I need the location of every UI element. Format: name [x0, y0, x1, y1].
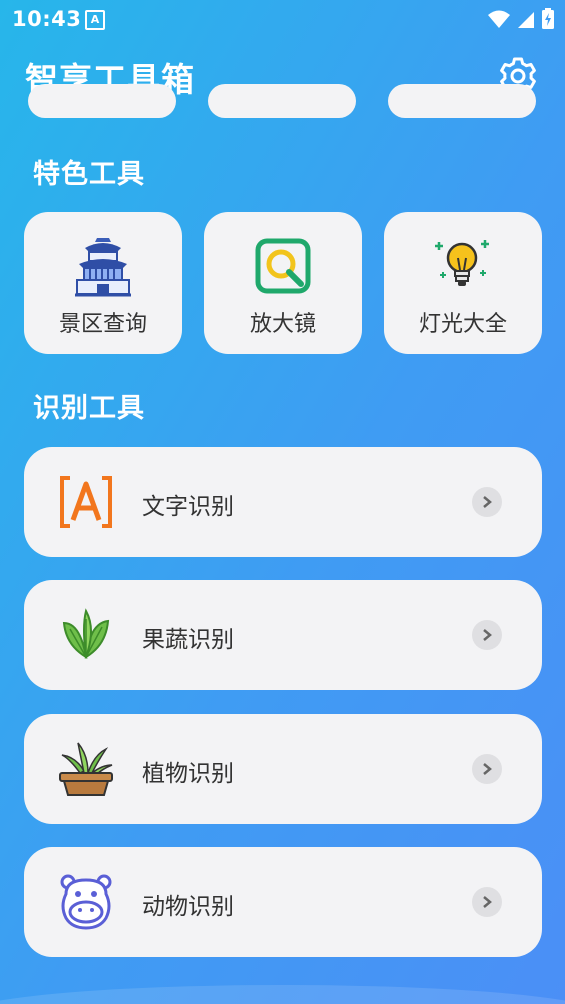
potted-plant-icon [56, 739, 116, 799]
feature-label: 景区查询 [58, 312, 147, 337]
tool-label: 文字识别 [142, 494, 234, 520]
tool-label: 植物识别 [142, 761, 234, 787]
feature-label: 放大镜 [249, 312, 316, 337]
feature-card-scenic-query[interactable]: 景区查询 [24, 212, 182, 354]
bottom-decoration [0, 985, 565, 1004]
wifi-icon [487, 10, 510, 28]
tool-row-plant-recognition[interactable]: 植物识别 [24, 714, 542, 824]
battery-icon [542, 8, 554, 29]
chevron-right-icon [472, 487, 502, 517]
feature-card-magnifier[interactable]: 放大镜 [204, 212, 362, 354]
text-scan-icon [56, 472, 116, 532]
tool-label: 动物识别 [142, 894, 234, 920]
feature-label: 灯光大全 [418, 312, 507, 337]
tool-row-text-recognition[interactable]: 文字识别 [24, 447, 542, 557]
hippo-icon [56, 872, 116, 932]
magnifier-icon [251, 234, 315, 298]
lightbulb-icon [431, 234, 495, 298]
scrolled-card[interactable] [388, 84, 536, 118]
status-bar: 10:43 A [0, 0, 565, 38]
leaves-icon [56, 605, 116, 665]
chevron-right-icon [472, 754, 502, 784]
scrolled-card[interactable] [208, 84, 356, 118]
tool-row-produce-recognition[interactable]: 果蔬识别 [24, 580, 542, 690]
scrolled-card[interactable] [28, 84, 176, 118]
temple-icon [71, 234, 135, 298]
notification-icon: A [85, 10, 105, 30]
chevron-right-icon [472, 620, 502, 650]
signal-icon [517, 12, 534, 28]
featured-section-title: 特色工具 [33, 159, 145, 190]
feature-card-lights[interactable]: 灯光大全 [384, 212, 542, 354]
tool-row-animal-recognition[interactable]: 动物识别 [24, 847, 542, 957]
app-screen: 10:43 A 智享工具箱 特色工具 景区查询 放大镜 灯光大全 识别工具 文字… [0, 0, 565, 1004]
status-time: 10:43 [12, 7, 82, 31]
status-icons [487, 8, 555, 30]
recognition-section-title: 识别工具 [33, 393, 145, 424]
tool-label: 果蔬识别 [142, 627, 234, 653]
chevron-right-icon [472, 887, 502, 917]
